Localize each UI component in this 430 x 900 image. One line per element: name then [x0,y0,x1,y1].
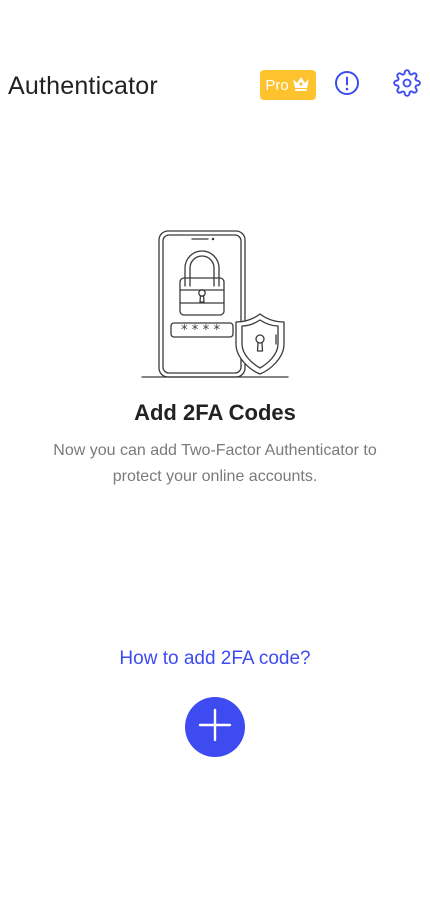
app-header: Authenticator Pro [0,60,430,110]
password-mask-text: **** [180,323,224,338]
app-title: Authenticator [8,72,158,100]
pro-badge-button[interactable]: Pro [260,70,316,100]
phone-lock-shield-illustration: **** [140,226,290,382]
gear-icon [393,68,421,102]
how-to-add-link[interactable]: How to add 2FA code? [0,648,430,670]
crown-icon [291,74,311,97]
pro-label: Pro [265,76,289,94]
empty-state-description: Now you can add Two-Factor Authenticator… [53,442,377,485]
settings-button[interactable] [392,68,422,102]
info-button[interactable] [332,70,362,100]
add-code-button[interactable] [185,697,245,757]
info-exclamation-icon [334,70,360,101]
empty-state-title: Add 2FA Codes [134,400,296,425]
plus-icon [198,708,232,747]
